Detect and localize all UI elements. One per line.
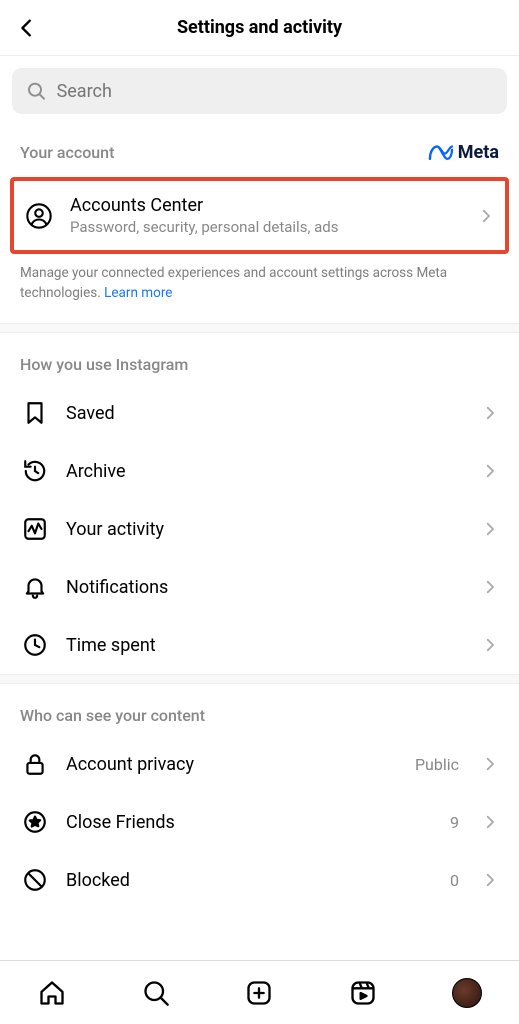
chevron-right-icon bbox=[481, 813, 499, 831]
section-separator bbox=[0, 323, 519, 333]
clock-icon bbox=[22, 632, 48, 658]
bell-icon bbox=[22, 574, 48, 600]
notifications-row[interactable]: Notifications bbox=[0, 558, 519, 616]
close-friends-row[interactable]: Close Friends 9 bbox=[0, 793, 519, 851]
chevron-right-icon bbox=[481, 462, 499, 480]
section-separator bbox=[0, 674, 519, 684]
profile-avatar-icon bbox=[452, 978, 482, 1008]
lock-icon bbox=[22, 751, 48, 777]
meta-logo-icon bbox=[428, 144, 454, 162]
accounts-center-title: Accounts Center bbox=[70, 195, 461, 216]
nav-create[interactable] bbox=[239, 973, 279, 1013]
home-icon bbox=[38, 979, 66, 1007]
privacy-list: Account privacy Public Close Friends 9 B… bbox=[0, 735, 519, 909]
chevron-right-icon bbox=[481, 578, 499, 596]
chevron-right-icon bbox=[481, 520, 499, 538]
bookmark-icon bbox=[22, 400, 48, 426]
nav-reels[interactable] bbox=[343, 973, 383, 1013]
activity-icon bbox=[22, 516, 48, 542]
account-privacy-row[interactable]: Account privacy Public bbox=[0, 735, 519, 793]
your-account-header: Your account Meta bbox=[0, 114, 519, 177]
archive-label: Archive bbox=[66, 461, 465, 482]
time-spent-label: Time spent bbox=[66, 635, 465, 656]
account-privacy-value: Public bbox=[415, 755, 459, 774]
search-bar[interactable] bbox=[12, 68, 507, 114]
accounts-center-icon bbox=[25, 202, 53, 230]
nav-profile[interactable] bbox=[447, 973, 487, 1013]
back-button[interactable] bbox=[12, 13, 42, 43]
plus-square-icon bbox=[245, 979, 273, 1007]
chevron-right-icon bbox=[481, 871, 499, 889]
header: Settings and activity bbox=[0, 0, 519, 56]
your-activity-label: Your activity bbox=[66, 519, 465, 540]
archive-icon bbox=[22, 458, 48, 484]
bottom-nav bbox=[0, 960, 519, 1024]
close-friends-value: 9 bbox=[450, 813, 459, 832]
notifications-label: Notifications bbox=[66, 577, 465, 598]
blocked-label: Blocked bbox=[66, 870, 434, 891]
account-info-text: Manage your connected experiences and ac… bbox=[0, 254, 519, 323]
chevron-right-icon bbox=[481, 404, 499, 422]
reels-icon bbox=[349, 979, 377, 1007]
star-circle-icon bbox=[22, 809, 48, 835]
meta-brand: Meta bbox=[428, 142, 499, 163]
blocked-row[interactable]: Blocked 0 bbox=[0, 851, 519, 909]
search-icon bbox=[142, 979, 170, 1007]
search-container bbox=[0, 56, 519, 114]
accounts-center-subtitle: Password, security, personal details, ad… bbox=[70, 218, 461, 236]
usage-list: Saved Archive Your activity Notification… bbox=[0, 384, 519, 674]
chevron-left-icon bbox=[16, 17, 38, 39]
your-account-label: Your account bbox=[20, 143, 114, 162]
chevron-right-icon bbox=[477, 207, 495, 225]
learn-more-link[interactable]: Learn more bbox=[104, 285, 172, 301]
nav-home[interactable] bbox=[32, 973, 72, 1013]
close-friends-label: Close Friends bbox=[66, 812, 434, 833]
search-input[interactable] bbox=[57, 81, 493, 102]
saved-label: Saved bbox=[66, 403, 465, 424]
chevron-right-icon bbox=[481, 636, 499, 654]
usage-section-label: How you use Instagram bbox=[0, 333, 519, 384]
search-icon bbox=[26, 80, 47, 102]
accounts-center-highlight: Accounts Center Password, security, pers… bbox=[10, 177, 509, 254]
chevron-right-icon bbox=[481, 755, 499, 773]
time-spent-row[interactable]: Time spent bbox=[0, 616, 519, 674]
accounts-center-row[interactable]: Accounts Center Password, security, pers… bbox=[14, 181, 505, 250]
account-privacy-label: Account privacy bbox=[66, 754, 399, 775]
saved-row[interactable]: Saved bbox=[0, 384, 519, 442]
privacy-section-label: Who can see your content bbox=[0, 684, 519, 735]
blocked-value: 0 bbox=[450, 871, 459, 890]
your-activity-row[interactable]: Your activity bbox=[0, 500, 519, 558]
nav-search[interactable] bbox=[136, 973, 176, 1013]
page-title: Settings and activity bbox=[177, 17, 342, 38]
meta-brand-text: Meta bbox=[458, 142, 499, 163]
blocked-icon bbox=[22, 867, 48, 893]
archive-row[interactable]: Archive bbox=[0, 442, 519, 500]
